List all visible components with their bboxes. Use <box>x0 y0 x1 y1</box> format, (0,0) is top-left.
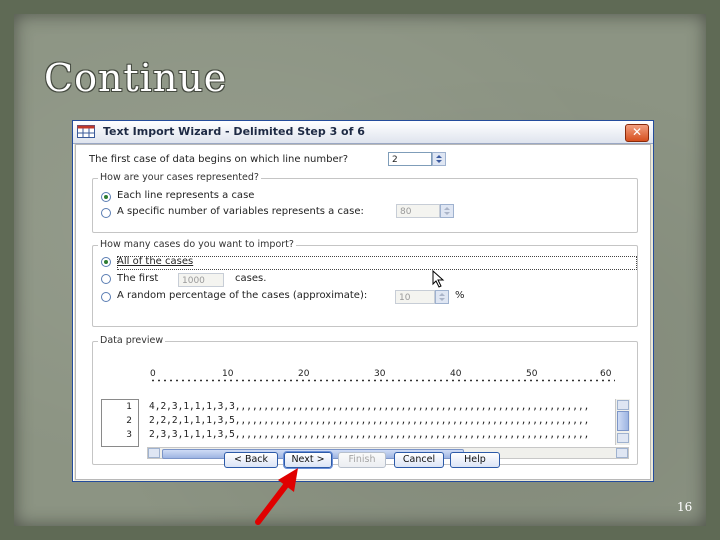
first-n-cases-label: The first <box>117 273 159 284</box>
ruler-label: 60 <box>600 369 612 379</box>
each-line-case-radio[interactable] <box>101 192 111 202</box>
ruler-label: 50 <box>526 369 538 379</box>
column-ruler: 0 10 20 30 40 50 60 <box>150 369 615 393</box>
close-button[interactable]: ✕ <box>625 124 649 142</box>
scroll-down-arrow-icon[interactable] <box>617 433 629 443</box>
text-import-wizard-dialog: Text Import Wizard - Delimited Step 3 of… <box>72 120 654 482</box>
case-representation-legend: How are your cases represented? <box>98 172 261 183</box>
help-button[interactable]: Help <box>450 452 500 468</box>
dialog-titlebar: Text Import Wizard - Delimited Step 3 of… <box>73 121 653 144</box>
first-n-cases-radio[interactable] <box>101 274 111 284</box>
spin-down-icon <box>444 212 450 215</box>
all-cases-label: All of the cases <box>117 256 194 267</box>
scroll-up-arrow-icon[interactable] <box>617 400 629 410</box>
slide-title: Continue <box>44 56 228 100</box>
import-count-legend: How many cases do you want to import? <box>98 239 296 250</box>
preview-horizontal-scrollbar[interactable] <box>147 447 629 459</box>
random-percentage-radio[interactable] <box>101 292 111 302</box>
specific-variables-label: A specific number of variables represent… <box>117 206 364 217</box>
scroll-left-arrow-icon[interactable] <box>148 448 160 458</box>
ruler-label: 10 <box>222 369 234 379</box>
row-number-column: 1 2 3 <box>101 399 139 447</box>
data-preview-legend: Data preview <box>98 335 166 346</box>
scroll-right-arrow-icon[interactable] <box>616 448 628 458</box>
row-number: 1 <box>126 402 132 412</box>
variables-count-stepper[interactable] <box>440 204 454 218</box>
preview-line: 2,3,3,1,1,1,3,5,,,,,,,,,,,,,,,,,,,,,,,,,… <box>149 429 590 440</box>
row-number: 2 <box>126 416 132 426</box>
spin-up-icon <box>436 155 442 158</box>
ruler-label: 0 <box>150 369 156 379</box>
specific-variables-radio[interactable] <box>101 208 111 218</box>
all-cases-radio[interactable] <box>101 257 111 267</box>
finish-button[interactable]: Finish <box>338 452 386 468</box>
first-n-cases-input[interactable]: 1000 <box>178 273 224 287</box>
spin-down-icon <box>439 298 445 301</box>
ruler-dots <box>150 379 615 382</box>
dialog-title: Text Import Wizard - Delimited Step 3 of… <box>103 125 365 138</box>
variables-count-input[interactable]: 80 <box>396 204 440 218</box>
percent-sign: % <box>455 290 465 301</box>
preview-line: 4,2,3,1,1,1,3,3,,,,,,,,,,,,,,,,,,,,,,,,,… <box>149 401 590 412</box>
row-number: 3 <box>126 430 132 440</box>
vertical-scroll-thumb[interactable] <box>617 411 629 431</box>
first-case-label: The first case of data begins on which l… <box>89 154 349 165</box>
case-representation-group: How are your cases represented? Each lin… <box>92 172 638 233</box>
ruler-label: 40 <box>450 369 462 379</box>
ruler-label: 30 <box>374 369 386 379</box>
spin-down-icon <box>436 160 442 163</box>
ruler-label: 20 <box>298 369 310 379</box>
preview-vertical-scrollbar[interactable] <box>615 399 630 445</box>
table-icon <box>77 125 95 138</box>
cancel-button[interactable]: Cancel <box>394 452 444 468</box>
random-percentage-label: A random percentage of the cases (approx… <box>117 290 368 301</box>
dialog-client-area: The first case of data begins on which l… <box>75 144 651 480</box>
import-count-group: How many cases do you want to import? Al… <box>92 239 638 327</box>
data-preview-text: 4,2,3,1,1,1,3,3,,,,,,,,,,,,,,,,,,,,,,,,,… <box>147 399 615 445</box>
random-percentage-input[interactable]: 10 <box>395 290 435 304</box>
first-case-line-input[interactable]: 2 <box>388 152 432 166</box>
random-percentage-stepper[interactable] <box>435 290 449 304</box>
preview-line: 2,2,2,1,1,1,3,5,,,,,,,,,,,,,,,,,,,,,,,,,… <box>149 415 590 426</box>
mouse-pointer-icon <box>432 270 445 288</box>
first-n-cases-suffix: cases. <box>235 273 267 284</box>
spin-up-icon <box>439 293 445 296</box>
each-line-case-label: Each line represents a case <box>117 190 255 201</box>
spin-up-icon <box>444 207 450 210</box>
focus-outline <box>117 256 637 270</box>
page-number: 16 <box>677 500 693 514</box>
first-case-line-stepper[interactable] <box>432 152 446 166</box>
red-arrow-annotation-icon <box>255 468 298 525</box>
